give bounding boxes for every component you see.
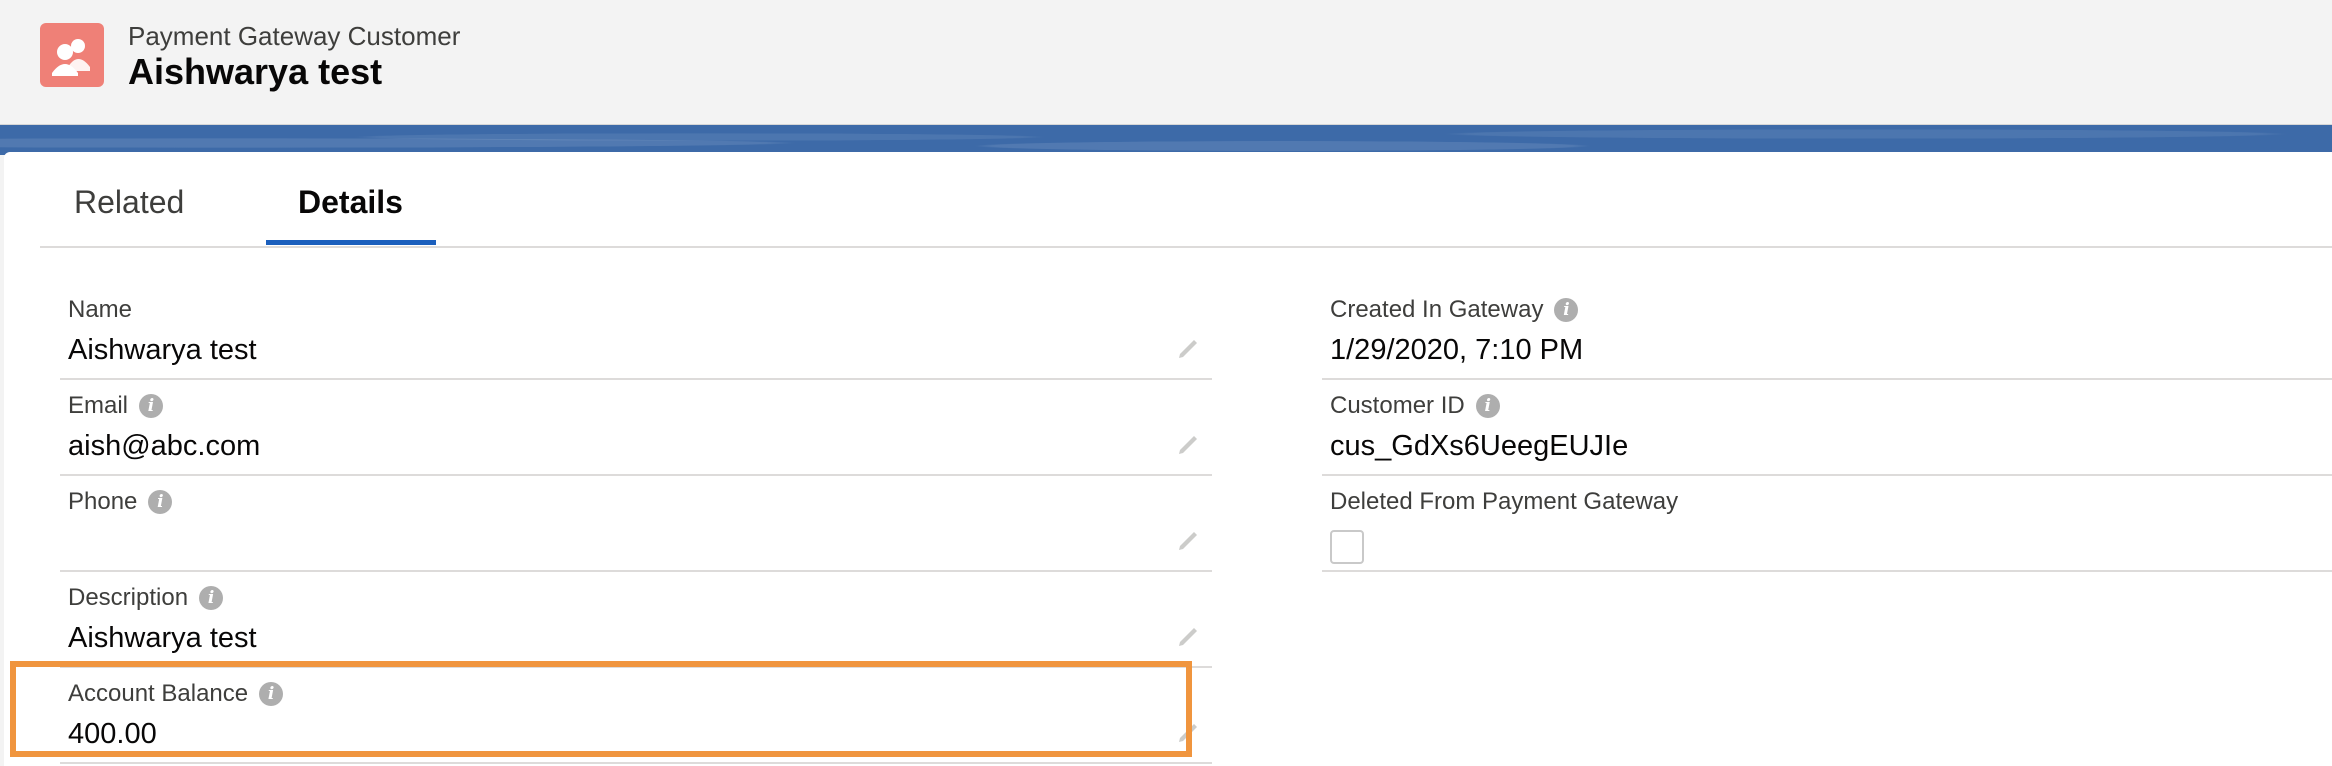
edit-pencil-icon[interactable] (1176, 430, 1202, 456)
field-email: Email i aish@abc.com (60, 378, 1212, 476)
tab-bar: Related Details (40, 152, 2332, 248)
field-label-phone: Phone (68, 488, 138, 515)
tab-related[interactable]: Related (74, 184, 184, 221)
field-label-created-in-gateway: Created In Gateway (1330, 296, 1544, 323)
field-label-deleted-from-gateway: Deleted From Payment Gateway (1330, 488, 1679, 515)
field-created-in-gateway: Created In Gateway i 1/29/2020, 7:10 PM (1322, 282, 2332, 380)
field-customer-id: Customer ID i cus_GdXs6UeegEUJIe (1322, 378, 2332, 476)
field-value-account-balance: 400.00 (68, 718, 157, 750)
deleted-from-gateway-checkbox[interactable] (1330, 530, 1364, 564)
info-icon[interactable]: i (199, 586, 224, 610)
edit-pencil-icon[interactable] (1176, 526, 1202, 552)
field-label-name: Name (68, 296, 133, 323)
field-label-customer-id: Customer ID (1330, 392, 1465, 419)
active-tab-indicator (266, 240, 436, 245)
info-icon[interactable]: i (139, 394, 164, 418)
object-type-label: Payment Gateway Customer (128, 21, 461, 51)
field-value-customer-id: cus_GdXs6UeegEUJIe (1330, 430, 1629, 462)
field-label-description: Description (68, 584, 189, 611)
edit-pencil-icon[interactable] (1176, 334, 1202, 360)
field-account-balance: Account Balance i 400.00 (60, 666, 1212, 764)
decorative-band (0, 125, 2332, 155)
record-detail-card: Related Details Name Aishwarya test Emai… (4, 152, 2332, 766)
field-value-created-in-gateway: 1/29/2020, 7:10 PM (1330, 334, 1584, 366)
edit-pencil-icon[interactable] (1176, 718, 1202, 744)
field-deleted-from-gateway: Deleted From Payment Gateway (1322, 474, 2332, 572)
field-value-description: Aishwarya test (68, 622, 257, 654)
tab-details[interactable]: Details (298, 184, 403, 221)
field-value-email: aish@abc.com (68, 430, 261, 462)
field-name: Name Aishwarya test (60, 282, 1212, 380)
field-label-account-balance: Account Balance (68, 680, 249, 707)
edit-pencil-icon[interactable] (1176, 622, 1202, 648)
info-icon[interactable]: i (148, 490, 173, 514)
info-icon[interactable]: i (1554, 298, 1579, 322)
info-icon[interactable]: i (1475, 394, 1500, 418)
record-header: Payment Gateway Customer Aishwarya test (0, 0, 2332, 125)
field-description: Description i Aishwarya test (60, 570, 1212, 668)
customer-icon (40, 23, 104, 87)
info-icon[interactable]: i (259, 682, 284, 706)
field-phone: Phone i (60, 474, 1212, 572)
field-value-name: Aishwarya test (68, 334, 257, 366)
record-title: Aishwarya test (128, 51, 383, 92)
field-label-email: Email (68, 392, 129, 419)
